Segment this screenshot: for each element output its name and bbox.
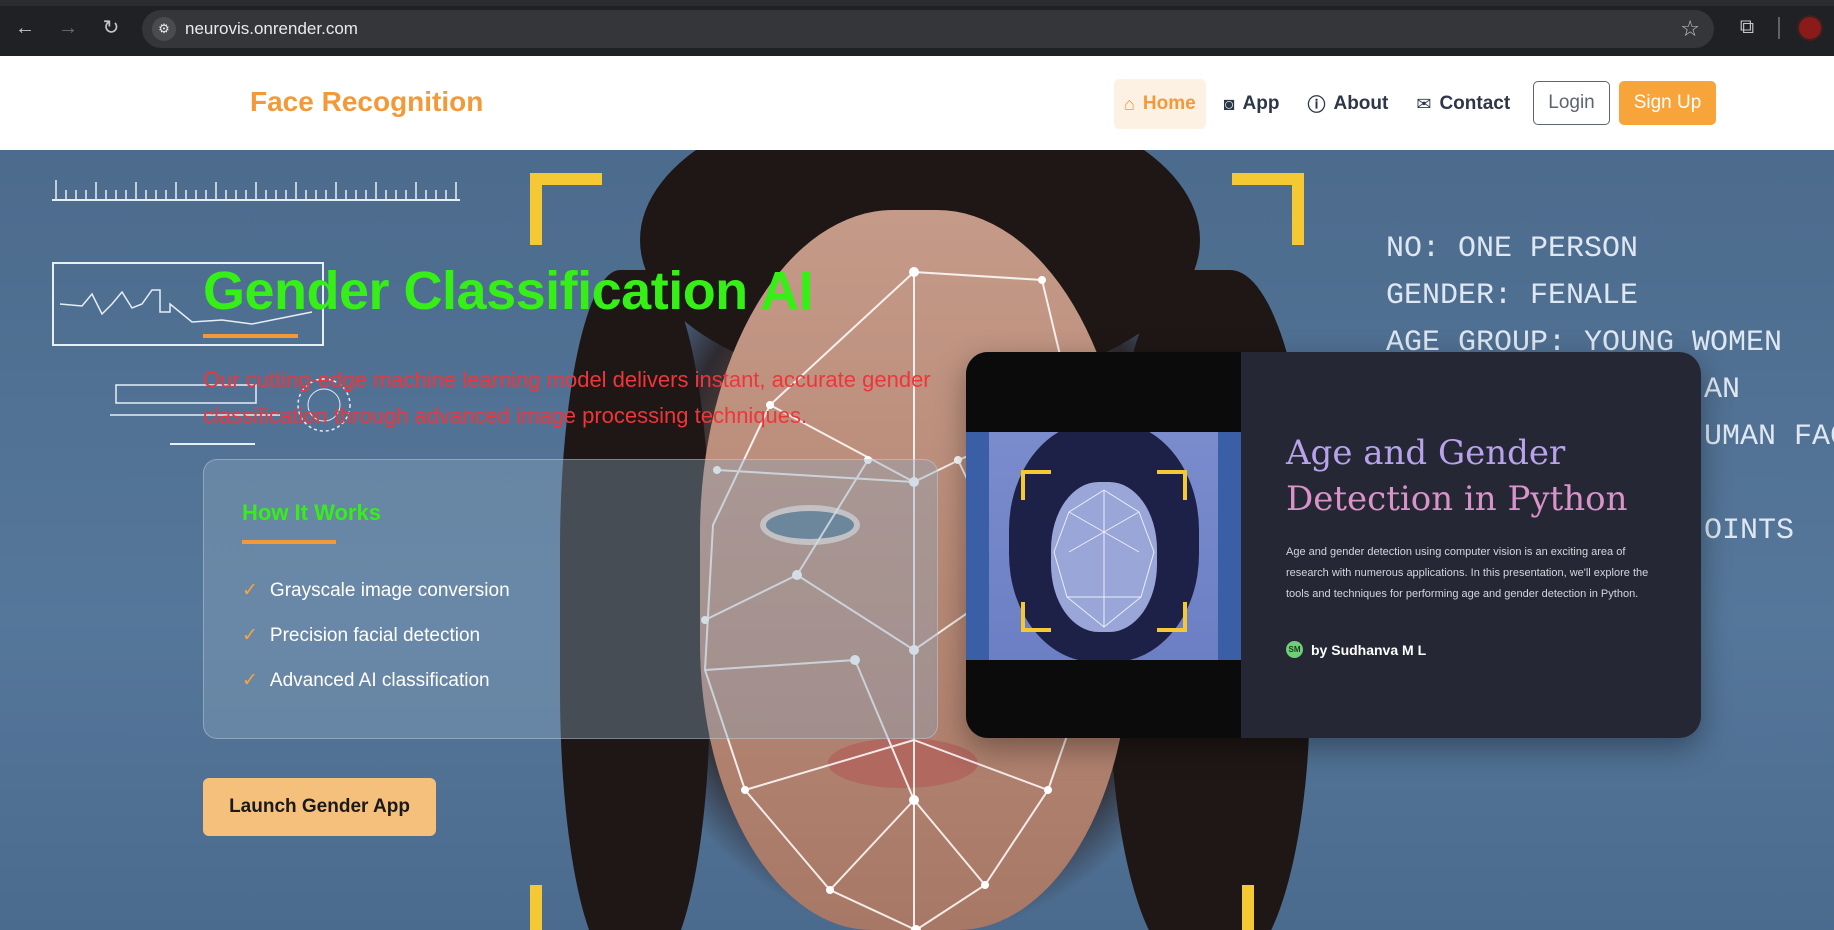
presentation-title: Age and Gender Detection in Python [1286,430,1666,522]
image-corner-br [1157,602,1187,632]
detect-corner-top-left [530,173,602,245]
nav-about-label: About [1333,93,1389,114]
reload-icon[interactable]: ↻ [97,14,125,42]
url-text[interactable]: neurovis.onrender.com [185,19,358,39]
presentation-title-line-2: Detection in Python [1286,479,1628,519]
detect-corner-top-right [1232,173,1304,245]
nav-about[interactable]: ⓘ About [1297,79,1398,129]
list-item: ✓ Advanced AI classification [242,658,510,703]
check-icon: ✓ [242,580,258,601]
list-item-label: Advanced AI classification [269,669,490,691]
brand-logo[interactable]: Face Recognition [250,86,483,118]
browser-toolbar: ← → ↻ ⚙ neurovis.onrender.com ☆ ⧉ [0,0,1834,56]
presentation-description: Age and gender detection using computer … [1286,546,1649,600]
launch-gender-app-button[interactable]: Launch Gender App [203,778,436,836]
nav-contact-label: Contact [1439,93,1511,114]
hud-line-1: NO: ONE PERSON [1386,232,1639,266]
list-item-label: Grayscale image conversion [269,579,510,601]
envelope-icon: ✉ [1416,93,1432,114]
detect-corner-bottom-right [1242,885,1254,930]
hero-title-underline [203,334,298,338]
how-it-works-list: ✓ Grayscale image conversion ✓ Precision f… [242,568,510,703]
hero-subtitle: Our cutting-edge machine learning model … [203,367,931,428]
presentation-image [966,432,1241,660]
site-info-icon[interactable]: ⚙ [152,17,176,41]
nav-home[interactable]: ⌂ Home [1114,79,1206,129]
author-name: by Sudhanva M L [1311,641,1427,658]
hero-section: NO: ONE PERSON GENDER: FENALE AGE GROUP:… [0,150,1834,930]
tab-strip [0,0,1834,6]
toolbar-divider [1778,17,1780,39]
info-icon: ⓘ [1307,95,1326,115]
profile-avatar[interactable] [1797,15,1823,41]
how-it-works-underline [242,540,336,544]
hud-ruler [52,180,460,201]
presentation-media [966,352,1241,738]
login-button[interactable]: Login [1533,81,1610,125]
signup-button[interactable]: Sign Up [1619,81,1716,125]
list-item: ✓ Precision facial detection [242,613,510,658]
image-corner-tl [1021,470,1051,500]
how-it-works-card: How It Works ✓ Grayscale image conversion… [203,459,938,739]
image-corner-bl [1021,602,1051,632]
check-icon: ✓ [242,670,258,691]
presentation-card[interactable]: Age and Gender Detection in Python Age a… [966,352,1701,738]
hud-line-2: GENDER: FENALE [1386,279,1639,313]
address-bar[interactable]: ⚙ neurovis.onrender.com ☆ [142,10,1714,48]
detect-corner-bottom-left [530,885,602,930]
site-header: Face Recognition ⌂ Home ◙ App ⓘ About ✉ … [0,56,1834,150]
extensions-icon[interactable]: ⧉ [1733,13,1761,41]
nav-app[interactable]: ◙ App [1214,79,1290,129]
list-item-label: Precision facial detection [269,624,481,646]
nav-home-label: Home [1142,93,1196,114]
bookmark-star-icon[interactable]: ☆ [1680,16,1700,42]
nav-app-label: App [1242,93,1280,114]
presentation-face-image [989,432,1218,660]
presentation-author: SM by Sudhanva M L [1286,641,1426,658]
nav-contact[interactable]: ✉ Contact [1406,79,1520,129]
back-icon[interactable]: ← [11,14,39,42]
check-icon: ✓ [242,625,258,646]
how-it-works-title: How It Works [242,500,381,525]
hud-line [170,443,255,445]
camera-icon: ◙ [1223,93,1235,114]
author-avatar: SM [1286,641,1303,658]
image-corner-tr [1157,470,1187,500]
home-icon: ⌂ [1124,93,1135,114]
forward-icon[interactable]: → [54,14,82,42]
presentation-title-line-1: Age and Gender [1286,433,1566,473]
list-item: ✓ Grayscale image conversion [242,568,510,613]
main-nav: ⌂ Home ◙ App ⓘ About ✉ Contact [1114,79,1528,129]
hero-title: Gender Classification AI [203,261,814,321]
